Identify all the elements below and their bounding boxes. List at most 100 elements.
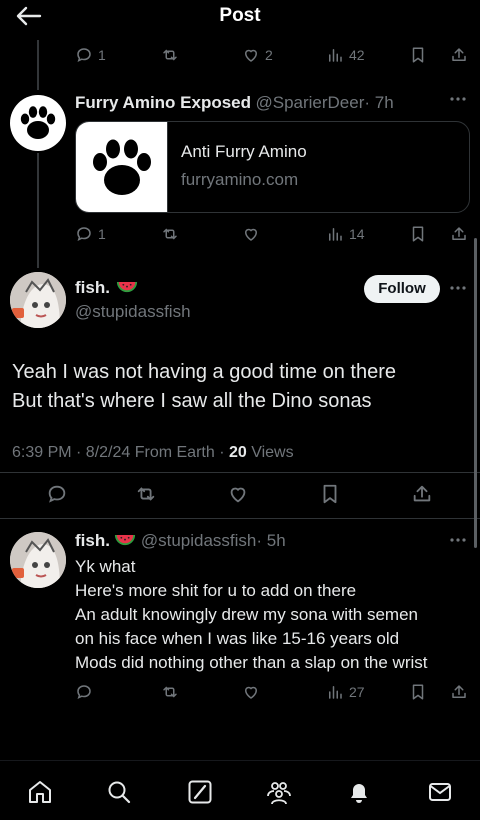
reply-count: 1 — [98, 226, 106, 242]
scrollbar[interactable] — [474, 238, 477, 548]
card-title: Anti Furry Amino — [181, 142, 307, 161]
avatar[interactable] — [10, 272, 66, 328]
more-icon[interactable] — [448, 94, 468, 104]
tweet-meta: 6:39 PM · 8/2/24 From Earth · 20 Views — [12, 444, 294, 462]
prev-tweet-actions: 1 2 42 — [75, 44, 470, 68]
views-icon — [326, 683, 344, 701]
like-icon — [227, 483, 249, 505]
like-button[interactable]: 2 — [242, 46, 273, 64]
avatar-image — [10, 272, 66, 328]
retweet-icon — [161, 683, 179, 701]
views-button[interactable]: 14 — [326, 225, 365, 243]
share-icon — [450, 683, 468, 701]
views-button[interactable]: 42 — [326, 46, 365, 64]
reply-button[interactable]: 1 — [75, 46, 106, 64]
search-icon[interactable] — [106, 779, 132, 805]
reply-button[interactable] — [46, 483, 68, 505]
divider — [0, 472, 480, 473]
card-domain: furryamino.com — [181, 170, 299, 189]
bookmark-button[interactable] — [409, 46, 427, 64]
home-icon[interactable] — [27, 779, 53, 805]
reply-button[interactable]: 1 — [75, 225, 106, 243]
main-name-row: fish. — [75, 278, 138, 298]
reply-text-line: Yk what — [75, 557, 136, 576]
retweet-button[interactable] — [161, 46, 179, 64]
user-handle[interactable]: @stupidassfish — [141, 531, 257, 550]
share-button[interactable] — [450, 46, 468, 64]
bookmark-icon — [409, 225, 427, 243]
paw-logo-icon — [93, 139, 151, 195]
share-button[interactable] — [411, 483, 433, 505]
reply-text-line: An adult knowingly drew my sona with sem… — [75, 605, 418, 624]
watermelon-icon — [116, 280, 138, 295]
reply-text: Yk what Here's more shit for u to add on… — [75, 555, 475, 675]
tweet-timestamp[interactable]: 6:39 PM · 8/2/24 From Earth · — [12, 444, 229, 461]
like-icon — [242, 225, 260, 243]
views-count: 42 — [349, 47, 365, 63]
share-icon — [450, 46, 468, 64]
more-icon[interactable] — [448, 283, 468, 293]
reply-button[interactable] — [75, 683, 93, 701]
like-button[interactable] — [242, 683, 260, 701]
link-card[interactable]: Anti Furry Amino furryamino.com — [75, 121, 470, 213]
main-tweet-actions — [0, 480, 480, 510]
share-icon — [450, 225, 468, 243]
avatar-image — [10, 532, 66, 588]
tweet-text: Yeah I was not having a good time on the… — [12, 358, 472, 416]
reply-text-line: on his face when I was like 15-16 years … — [75, 629, 400, 648]
follow-button[interactable]: Follow — [364, 275, 440, 303]
watermelon-icon — [114, 533, 136, 548]
grok-icon[interactable] — [187, 779, 213, 805]
tweet-time: · 7h — [364, 93, 394, 112]
reply-icon — [75, 683, 93, 701]
like-count: 2 — [265, 47, 273, 63]
retweet-icon — [161, 225, 179, 243]
share-icon — [411, 483, 433, 505]
page-title: Post — [219, 5, 261, 26]
divider — [0, 518, 480, 519]
reply-header: fish. @stupidassfish· 5h — [75, 531, 286, 551]
reply-icon — [46, 483, 68, 505]
display-name[interactable]: Furry Amino Exposed — [75, 93, 251, 112]
user-handle[interactable]: @stupidassfish — [75, 302, 191, 322]
like-icon — [242, 46, 260, 64]
tweet-time: · 5h — [256, 531, 286, 550]
retweet-button[interactable] — [161, 225, 179, 243]
avatar[interactable] — [10, 95, 66, 151]
communities-icon[interactable] — [266, 779, 292, 805]
views-count: 27 — [349, 684, 365, 700]
reply-text-line: Here's more shit for u to add on there — [75, 581, 357, 600]
bookmark-button[interactable] — [409, 225, 427, 243]
more-icon[interactable] — [448, 535, 468, 545]
messages-icon[interactable] — [427, 779, 453, 805]
display-name[interactable]: fish. — [75, 278, 110, 297]
views-count: 14 — [349, 226, 365, 242]
reply-count: 1 — [98, 47, 106, 63]
like-button[interactable] — [227, 483, 249, 505]
tweet-text-line: Yeah I was not having a good time on the… — [12, 361, 396, 383]
thread-line — [37, 153, 39, 268]
tweet-views-count: 20 — [228, 444, 247, 461]
retweet-icon — [135, 483, 157, 505]
bookmark-icon — [409, 46, 427, 64]
avatar[interactable] — [10, 532, 66, 588]
bookmark-button[interactable] — [409, 683, 427, 701]
reply-icon — [75, 46, 93, 64]
share-button[interactable] — [450, 683, 468, 701]
retweet-button[interactable] — [135, 483, 157, 505]
tweet-text-line: But that's where I saw all the Dino sona… — [12, 390, 372, 412]
reply-tweet-actions: 27 — [75, 681, 470, 705]
bookmark-button[interactable] — [319, 483, 341, 505]
thread-line — [37, 40, 39, 90]
like-icon — [242, 683, 260, 701]
tweet-header: Furry Amino Exposed @SparierDeer· 7h — [75, 93, 394, 113]
like-button[interactable] — [242, 225, 260, 243]
notifications-icon[interactable] — [346, 779, 372, 805]
display-name[interactable]: fish. — [75, 531, 110, 550]
paw-logo-icon — [20, 106, 56, 139]
retweet-button[interactable] — [161, 683, 179, 701]
share-button[interactable] — [450, 225, 468, 243]
reply-text-line: Mods did nothing other than a slap on th… — [75, 653, 428, 672]
views-button[interactable]: 27 — [326, 683, 365, 701]
user-handle[interactable]: @SparierDeer — [255, 93, 364, 112]
